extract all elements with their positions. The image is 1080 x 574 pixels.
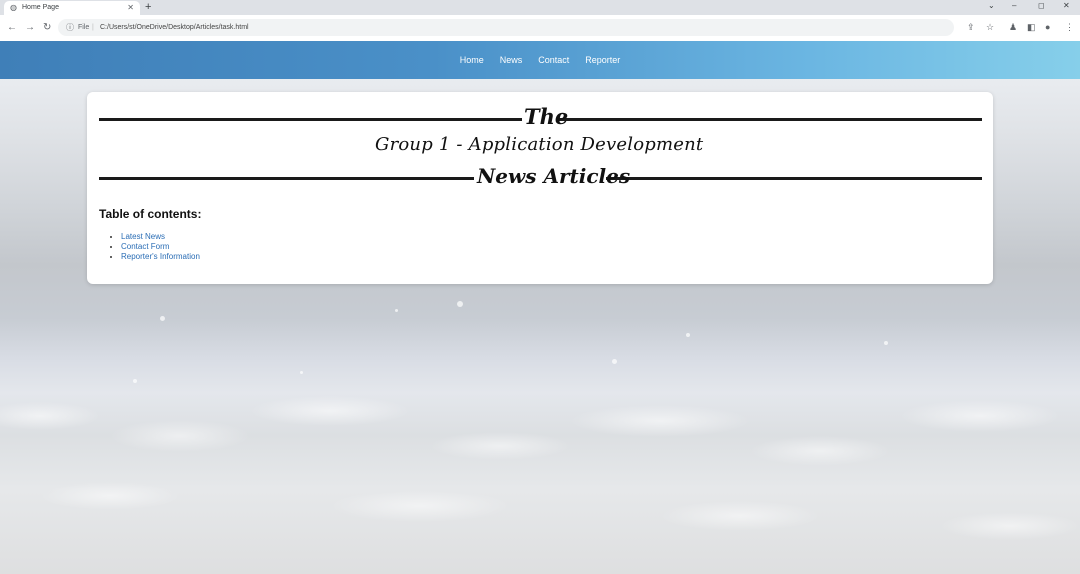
masthead-subtitle: Group 1 - Application Development <box>375 134 704 155</box>
snow-background <box>0 376 1080 574</box>
masthead-rule <box>559 118 982 121</box>
masthead-title: News Articles <box>477 164 631 188</box>
tab-title: Home Page <box>22 4 59 11</box>
info-icon[interactable]: ⓘ <box>66 19 74 36</box>
masthead-the: The <box>524 104 569 129</box>
snowflake <box>395 309 398 312</box>
page-viewport: Home News Contact Reporter The Group 1 -… <box>0 41 1080 574</box>
snowflake <box>160 316 165 321</box>
reload-icon[interactable]: ↻ <box>43 21 51 34</box>
toc-item: Reporter's Information <box>121 252 200 262</box>
close-window-button[interactable]: ✕ <box>1063 0 1070 12</box>
forward-icon[interactable]: → <box>25 21 35 34</box>
toc-link-contact-form[interactable]: Contact Form <box>121 242 169 251</box>
close-tab-icon[interactable]: ✕ <box>127 1 134 15</box>
profile-icon[interactable]: ● <box>1045 21 1050 34</box>
toc-item: Contact Form <box>121 242 200 252</box>
content-card: The Group 1 - Application Development Ne… <box>87 92 993 284</box>
tab-search-icon[interactable]: ⌄ <box>988 0 995 12</box>
nav-news-link[interactable]: News <box>500 55 523 65</box>
address-bar[interactable]: ⓘ File | C:/Users/st/OneDrive/Desktop/Ar… <box>58 19 954 36</box>
browser-tab[interactable]: ◍ Home Page ✕ <box>4 1 140 15</box>
star-icon[interactable]: ☆ <box>986 21 994 34</box>
snowflake <box>457 301 463 307</box>
sidebar-icon[interactable]: ◧ <box>1027 21 1036 34</box>
browser-tabstrip: ◍ Home Page ✕ + ⌄ – ◻ ✕ <box>0 0 1080 15</box>
snowflake <box>884 341 888 345</box>
snowflake <box>133 379 137 383</box>
toc-list: Latest News Contact Form Reporter's Info… <box>109 232 200 262</box>
masthead-rule <box>99 177 474 180</box>
snowflake <box>300 371 303 374</box>
url-text: C:/Users/st/OneDrive/Desktop/Articles/ta… <box>100 24 249 31</box>
maximize-button[interactable]: ◻ <box>1038 0 1045 12</box>
nav-contact-link[interactable]: Contact <box>538 55 569 65</box>
extension-icon[interactable]: ♟ <box>1009 21 1017 34</box>
globe-icon: ◍ <box>10 3 17 12</box>
nav-reporter-link[interactable]: Reporter <box>585 55 620 65</box>
toc-link-latest-news[interactable]: Latest News <box>121 232 165 241</box>
toc-item: Latest News <box>121 232 200 242</box>
toc-heading: Table of contents: <box>99 207 202 221</box>
toc-link-reporter-info[interactable]: Reporter's Information <box>121 252 200 261</box>
snowflake <box>686 333 690 337</box>
snowflake <box>612 359 617 364</box>
masthead-rule <box>99 118 522 121</box>
url-separator: | <box>92 24 94 31</box>
new-tab-button[interactable]: + <box>145 0 151 14</box>
back-icon[interactable]: ← <box>7 21 17 34</box>
menu-icon[interactable]: ⋮ <box>1065 21 1074 34</box>
url-scheme: File <box>78 24 90 31</box>
site-navbar: Home News Contact Reporter <box>0 41 1080 79</box>
nav-links: Home News Contact Reporter <box>0 41 1080 79</box>
share-icon[interactable]: ⇪ <box>967 21 975 34</box>
masthead-rule <box>606 177 982 180</box>
minimize-button[interactable]: – <box>1012 0 1016 12</box>
browser-toolbar: ← → ↻ ⓘ File | C:/Users/st/OneDrive/Desk… <box>0 15 1080 42</box>
nav-home-link[interactable]: Home <box>460 55 484 65</box>
